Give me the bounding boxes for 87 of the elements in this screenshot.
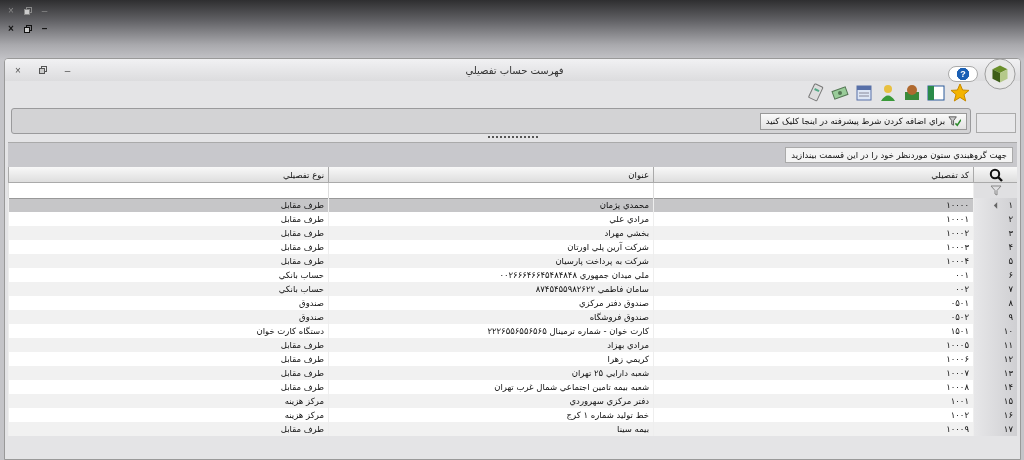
- table-cell: طرف مقابل: [8, 366, 328, 380]
- column-header[interactable]: نوع تفصيلي: [8, 167, 328, 183]
- row-number: ۶: [1008, 269, 1013, 282]
- table-row[interactable]: ۲ ۱۰۰۰۱ مرادي علي طرف مقابل: [8, 212, 1017, 226]
- table-cell: ۰۰۲: [653, 282, 973, 296]
- table-row[interactable]: ۳ ۱۰۰۰۲ بخشي مهراد طرف مقابل: [8, 226, 1017, 240]
- filter-check-icon: [948, 114, 961, 128]
- table-cell: طرف مقابل: [8, 198, 328, 212]
- row-number: ۱۲: [1003, 353, 1013, 366]
- close-button[interactable]: ×: [13, 64, 23, 76]
- row-number: ۱۳: [1003, 367, 1013, 380]
- table-cell: کريمي زهرا: [328, 352, 653, 366]
- row-number: ۲: [1008, 213, 1013, 226]
- table-cell: کارت خوان - شماره ترمينال ۲۲۲۶۵۵۶۵۵۶۵۶۵: [328, 324, 653, 338]
- current-row-icon: [993, 201, 999, 209]
- restore-button[interactable]: [21, 7, 34, 15]
- table-cell: محمدي پژمان: [328, 198, 653, 212]
- close-button[interactable]: ×: [6, 24, 16, 34]
- table-row[interactable]: ۸ ۰۵۰۱ صندوق دفتر مرکزي صندوق: [8, 296, 1017, 310]
- row-number: ۱۱: [1003, 339, 1013, 352]
- table-row[interactable]: ۱۷ ۱۰۰۰۹ بيمه سينا طرف مقابل: [8, 422, 1017, 436]
- table-cell: دفتر مرکزي سهروردي: [328, 394, 653, 408]
- window-title: فهرست حساب تفصيلي: [464, 64, 565, 76]
- table-row[interactable]: ۱۵ ۱۰۰۱ دفتر مرکزي سهروردي مرکز هزينه: [8, 394, 1017, 408]
- table-cell: طرف مقابل: [8, 338, 328, 352]
- row-number: ۱: [1008, 199, 1013, 212]
- advanced-filter-button[interactable]: براي اضافه کردن شرط پيشرفته در اينجا کليک کنيد: [759, 112, 967, 130]
- row-number: ۱۰: [1003, 325, 1013, 338]
- row-number: ۱۴: [1003, 381, 1013, 394]
- table-cell: ۱۰۰۰۷: [653, 366, 973, 380]
- table-row[interactable]: ۱ ۱۰۰۰۰ محمدي پژمان طرف مقابل: [8, 198, 1017, 212]
- window-icon[interactable]: [926, 83, 946, 103]
- empty-panel: [976, 113, 1016, 133]
- row-number: ۷: [1008, 283, 1013, 296]
- minimize-button[interactable]: –: [39, 24, 50, 34]
- row-number: ۹: [1008, 311, 1013, 324]
- filter-icon[interactable]: [989, 185, 1002, 196]
- search-icon[interactable]: [988, 167, 1003, 182]
- table-cell: بخشي مهراد: [328, 226, 653, 240]
- table-row[interactable]: ۴ ۱۰۰۰۳ شرکت آرين پلي اورتان طرف مقابل: [8, 240, 1017, 254]
- restore-button[interactable]: [36, 64, 49, 76]
- table-cell: صندوق: [8, 310, 328, 324]
- table-row[interactable]: ۱۲ ۱۰۰۰۶ کريمي زهرا طرف مقابل: [8, 352, 1017, 366]
- table-row[interactable]: ۱۰ ۱۵۰۱ کارت خوان - شماره ترمينال ۲۲۲۶۵۵۶۵۵۶۵۶۵ دستگاه کارت خوان: [8, 324, 1017, 338]
- table-cell: شعبه دارايي ۲۵ تهران: [328, 366, 653, 380]
- row-number: ۳: [1008, 227, 1013, 240]
- column-header[interactable]: عنوان: [328, 167, 653, 183]
- calendar-icon[interactable]: [854, 83, 874, 103]
- table-cell: ۱۰۰۰۹: [653, 422, 973, 436]
- advanced-filter-label: براي اضافه کردن شرط پيشرفته در اينجا کليک کنيد: [765, 116, 945, 126]
- row-number: ۱۵: [1003, 395, 1013, 408]
- table-row[interactable]: ۱۶ ۱۰۰۲ خط توليد شماره ۱ کرج مرکز هزينه: [8, 408, 1017, 422]
- table-cell: شرکت به پرداخت پارسيان: [328, 254, 653, 268]
- table-cell: بيمه سينا: [328, 422, 653, 436]
- table-cell: طرف مقابل: [8, 254, 328, 268]
- table-row[interactable]: ۱۱ ۱۰۰۰۵ مرادي بهزاد طرف مقابل: [8, 338, 1017, 352]
- table-row[interactable]: ۱۳ ۱۰۰۰۷ شعبه دارايي ۲۵ تهران طرف مقابل: [8, 366, 1017, 380]
- row-number: ۸: [1008, 297, 1013, 310]
- table-cell: سامان فاطمي ۸۷۴۵۴۵۵۹۸۲۶۲۲: [328, 282, 653, 296]
- table-row[interactable]: ۱۴ ۱۰۰۰۸ شعبه بيمه تامين اجتماعي شمال غرب تهران طرف مقابل: [8, 380, 1017, 394]
- restore-button[interactable]: [21, 25, 34, 33]
- table-row[interactable]: ۷ ۰۰۲ سامان فاطمي ۸۷۴۵۴۵۵۹۸۲۶۲۲ حساب بانکي: [8, 282, 1017, 296]
- table-cell: صندوق فروشگاه: [328, 310, 653, 324]
- table-cell: طرف مقابل: [8, 422, 328, 436]
- row-number: ۵: [1008, 255, 1013, 268]
- column-header[interactable]: کد تفصيلي: [653, 167, 973, 183]
- table-cell: مرکز هزينه: [8, 394, 328, 408]
- table-cell: طرف مقابل: [8, 226, 328, 240]
- table-cell: ۱۰۰۰۲: [653, 226, 973, 240]
- help-button[interactable]: ?: [948, 66, 978, 82]
- minimize-button[interactable]: –: [62, 64, 73, 76]
- table-row[interactable]: ۵ ۱۰۰۰۴ شرکت به پرداخت پارسيان طرف مقابل: [8, 254, 1017, 268]
- table-cell: ۱۰۰۱: [653, 394, 973, 408]
- table-row[interactable]: ۹ ۰۵۰۲ صندوق فروشگاه صندوق: [8, 310, 1017, 324]
- group-by-hint: جهت گروهبندي ستون موردنظر خود را در اين قسمت بيندازيد: [785, 147, 1013, 163]
- table-cell: ۱۰۰۰۰: [653, 198, 973, 212]
- table-cell: حساب بانکي: [8, 282, 328, 296]
- star-icon[interactable]: [950, 83, 970, 103]
- table-cell: ۱۰۰۰۴: [653, 254, 973, 268]
- row-number: ۱۶: [1003, 409, 1013, 422]
- row-number: ۱۷: [1003, 423, 1013, 436]
- table-cell: مرادي بهزاد: [328, 338, 653, 352]
- table-cell: ۰۵۰۲: [653, 310, 973, 324]
- user-icon[interactable]: [878, 83, 898, 103]
- row-number: ۴: [1008, 241, 1013, 254]
- table-row[interactable]: ۶ ۰۰۱ ملي ميدان جمهوري ۰۰۲۶۶۶۴۶۶۴۵۴۸۴۸۴۸ حساب بانکي: [8, 268, 1017, 282]
- table-cell: ۱۰۰۰۵: [653, 338, 973, 352]
